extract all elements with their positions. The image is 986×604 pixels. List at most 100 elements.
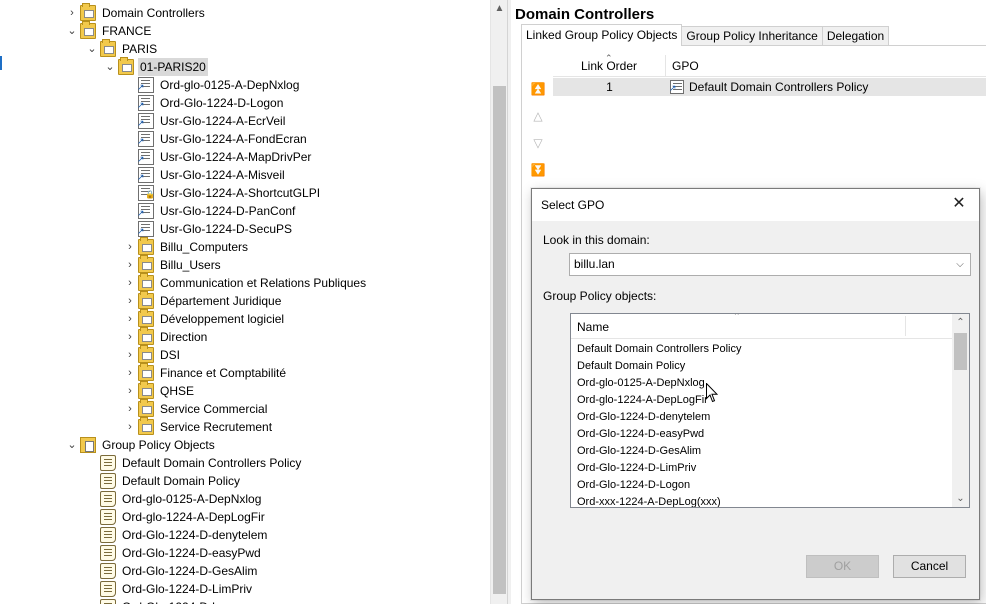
- move-bottom-icon[interactable]: ⏬: [529, 161, 547, 179]
- move-top-icon[interactable]: ⏫: [529, 80, 547, 98]
- tree-item-label: Finance et Comptabilité: [160, 366, 287, 380]
- tree-item[interactable]: › Service Commercial: [122, 399, 269, 418]
- move-up-icon[interactable]: △: [529, 107, 547, 125]
- list-item[interactable]: Ord-Glo-1224-D-LimPriv: [577, 460, 741, 477]
- list-scroll-thumb[interactable]: [954, 333, 967, 370]
- chevron-right-icon[interactable]: ›: [122, 274, 138, 292]
- table-row[interactable]: 1 Default Domain Controllers Policy: [553, 78, 986, 97]
- chevron-right-icon[interactable]: ›: [122, 238, 138, 256]
- ok-button[interactable]: OK: [806, 555, 879, 578]
- column-link-order[interactable]: ⌃ Link Order: [553, 53, 666, 76]
- tree-item-label: QHSE: [160, 384, 195, 398]
- tree-item[interactable]: › Finance et Comptabilité: [122, 363, 288, 382]
- tree-item[interactable]: Usr-Glo-1224-A-ShortcutGLPI: [122, 184, 322, 204]
- chevron-down-icon[interactable]: ⌄: [64, 436, 80, 454]
- list-item[interactable]: Default Domain Controllers Policy: [577, 341, 741, 358]
- list-item[interactable]: Ord-Glo-1224-D-denytelem: [577, 409, 741, 426]
- tree-item[interactable]: Ord-glo-1224-A-DepLogFir: [84, 508, 267, 526]
- tree-item[interactable]: Default Domain Policy: [84, 472, 242, 490]
- tree-item[interactable]: Usr-Glo-1224-A-FondEcran: [122, 130, 309, 150]
- chevron-right-icon[interactable]: ›: [122, 310, 138, 328]
- tree-item[interactable]: › Direction: [122, 327, 209, 346]
- move-down-icon[interactable]: ▽: [529, 134, 547, 152]
- column-gpo[interactable]: GPO: [666, 55, 699, 76]
- gpo-link-icon: [137, 203, 154, 222]
- tree-item-label: Usr-Glo-1224-D-SecuPS: [160, 222, 293, 236]
- tree-item[interactable]: › QHSE: [122, 381, 196, 400]
- tree-item[interactable]: › DSI: [122, 345, 182, 364]
- column-divider[interactable]: [905, 316, 906, 336]
- tree-item-label: Billu_Computers: [160, 240, 249, 254]
- chevron-down-icon[interactable]: ⌄: [102, 58, 118, 76]
- table-header: ⌃ Link Order GPO: [553, 53, 986, 77]
- gpo-container-icon: [80, 437, 96, 453]
- chevron-right-icon[interactable]: ›: [122, 382, 138, 400]
- tree-item[interactable]: ⌄ Group Policy Objects: [64, 436, 217, 454]
- chevron-right-icon[interactable]: ›: [122, 328, 138, 346]
- tree-item[interactable]: › Service Recrutement: [122, 417, 274, 436]
- chevron-right-icon[interactable]: ›: [122, 346, 138, 364]
- tree-item[interactable]: › Développement logiciel: [122, 309, 286, 328]
- tree-item[interactable]: › Billu_Users: [122, 255, 223, 274]
- tree-item[interactable]: › Domain Controllers: [64, 3, 207, 22]
- tree-item[interactable]: ⌄ FRANCE: [64, 21, 153, 40]
- tree-item[interactable]: Default Domain Controllers Policy: [84, 454, 303, 472]
- tree-item[interactable]: Ord-Glo-1224-D-LimPriv: [84, 580, 254, 598]
- link-order-buttons: ⏫ △ ▽ ⏬: [529, 80, 547, 188]
- tree-scroll-thumb[interactable]: [493, 86, 506, 594]
- tree-item[interactable]: Ord-Glo-1224-D-easyPwd: [84, 544, 263, 562]
- chevron-down-icon[interactable]: ⌄: [84, 40, 100, 58]
- scroll-up-icon[interactable]: ⌃: [952, 314, 969, 331]
- scroll-up-arrow-icon[interactable]: ▲: [491, 0, 508, 17]
- list-item[interactable]: Ord-Glo-1224-D-Logon: [577, 477, 741, 494]
- tab-inheritance[interactable]: Group Policy Inheritance: [681, 26, 823, 46]
- chevron-right-icon[interactable]: ›: [122, 292, 138, 310]
- chevron-right-icon[interactable]: ›: [122, 364, 138, 382]
- chevron-down-icon[interactable]: ⌵: [952, 254, 968, 275]
- tree-item[interactable]: ⌄ PARIS: [84, 39, 159, 58]
- tree-item[interactable]: Ord-Glo-1224-D-denytelem: [84, 526, 269, 544]
- chevron-right-icon[interactable]: ›: [122, 256, 138, 274]
- tree-item[interactable]: Usr-Glo-1224-D-SecuPS: [122, 220, 294, 240]
- chevron-right-icon[interactable]: ›: [122, 400, 138, 418]
- ou-folder-icon: [138, 255, 154, 273]
- list-item[interactable]: Ord-xxx-1224-A-DepLog(xxx): [577, 494, 741, 507]
- list-scrollbar[interactable]: ⌃ ⌄: [952, 314, 969, 507]
- list-item[interactable]: Ord-Glo-1224-D-easyPwd: [577, 426, 741, 443]
- tree-scrollbar[interactable]: ▲: [490, 0, 507, 604]
- tree-item[interactable]: › Communication et Relations Publiques: [122, 273, 368, 292]
- column-name[interactable]: Name: [577, 320, 609, 334]
- gpo-list[interactable]: ⌃ Name Default Domain Controllers Policy…: [570, 313, 970, 508]
- gpo-icon: [100, 545, 116, 561]
- tree-item[interactable]: Ord-Glo-1224-D-GesAlim: [84, 562, 259, 580]
- chevron-right-icon[interactable]: ›: [122, 418, 138, 436]
- tree-item[interactable]: Usr-Glo-1224-A-EcrVeil: [122, 112, 287, 132]
- tree-item[interactable]: › Département Juridique: [122, 291, 283, 310]
- domain-dropdown[interactable]: billu.lan ⌵: [569, 253, 971, 276]
- select-gpo-dialog: Select GPO ✕ Look in this domain: billu.…: [531, 188, 980, 600]
- tree-item-label: Service Recrutement: [160, 420, 273, 434]
- scroll-down-icon[interactable]: ⌄: [952, 490, 969, 507]
- domain-value: billu.lan: [574, 257, 615, 271]
- list-item[interactable]: Ord-Glo-1224-D-GesAlim: [577, 443, 741, 460]
- cancel-button[interactable]: Cancel: [893, 555, 966, 578]
- list-header: ⌃ Name: [571, 314, 953, 339]
- list-item[interactable]: Default Domain Policy: [577, 358, 741, 375]
- chevron-down-icon[interactable]: ⌄: [64, 22, 80, 40]
- tree-item[interactable]: › Billu_Computers: [122, 237, 250, 256]
- tab-delegation[interactable]: Delegation: [821, 26, 890, 46]
- tree-item-label: Usr-Glo-1224-D-PanConf: [160, 204, 296, 218]
- tree-item[interactable]: Usr-Glo-1224-A-MapDrivPer: [122, 148, 313, 168]
- tree-item[interactable]: Usr-Glo-1224-A-Misveil: [122, 166, 287, 186]
- gpo-objects-label: Group Policy objects:: [543, 289, 657, 303]
- ou-folder-icon: [138, 345, 154, 363]
- tree-item[interactable]: Ord-glo-0125-A-DepNxlog: [84, 490, 263, 508]
- tree-item-selected[interactable]: ⌄ 01-PARIS20: [102, 57, 208, 76]
- tab-linked-gpos[interactable]: Linked Group Policy Objects: [521, 24, 683, 46]
- chevron-right-icon[interactable]: ›: [64, 4, 80, 22]
- tree-item[interactable]: Ord-Glo-1224-D-Logon: [122, 94, 285, 114]
- tree-item[interactable]: Ord-glo-0125-A-DepNxlog: [122, 76, 301, 96]
- tree-item[interactable]: Ord-Glo-1224-D-Logon: [84, 598, 247, 604]
- close-icon[interactable]: ✕: [949, 194, 969, 214]
- tree-item[interactable]: Usr-Glo-1224-D-PanConf: [122, 202, 297, 222]
